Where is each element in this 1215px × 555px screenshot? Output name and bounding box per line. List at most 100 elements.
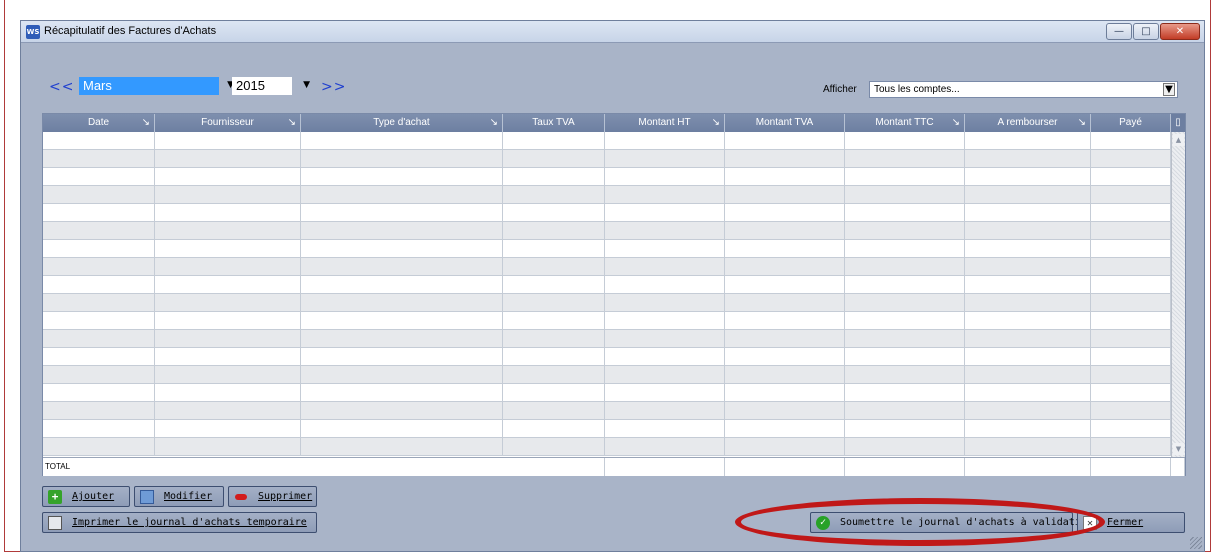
table-cell[interactable]: [43, 240, 155, 257]
table-cell[interactable]: [965, 258, 1091, 275]
table-row[interactable]: [43, 204, 1171, 222]
table-cell[interactable]: [43, 294, 155, 311]
table-cell[interactable]: [43, 420, 155, 437]
table-cell[interactable]: [503, 132, 605, 149]
scroll-up-icon[interactable]: ▲: [1173, 134, 1184, 146]
table-cell[interactable]: [301, 186, 503, 203]
table-cell[interactable]: [605, 168, 725, 185]
sort-icon[interactable]: ↘: [288, 114, 296, 132]
table-cell[interactable]: [155, 258, 301, 275]
table-cell[interactable]: [503, 150, 605, 167]
table-cell[interactable]: [155, 168, 301, 185]
column-chooser-icon[interactable]: ▯: [1171, 114, 1185, 132]
add-button[interactable]: + Ajouter: [42, 486, 130, 507]
table-cell[interactable]: [43, 402, 155, 419]
sort-icon[interactable]: ↘: [712, 114, 720, 132]
table-cell[interactable]: [155, 294, 301, 311]
table-cell[interactable]: [605, 204, 725, 221]
table-cell[interactable]: [605, 186, 725, 203]
minimize-button[interactable]: —: [1106, 23, 1132, 40]
account-filter-select[interactable]: Tous les comptes... ▼: [869, 81, 1178, 98]
table-cell[interactable]: [725, 204, 845, 221]
table-cell[interactable]: [301, 258, 503, 275]
table-cell[interactable]: [1091, 258, 1171, 275]
table-row[interactable]: [43, 150, 1171, 168]
table-cell[interactable]: [965, 366, 1091, 383]
table-cell[interactable]: [605, 150, 725, 167]
table-cell[interactable]: [965, 186, 1091, 203]
table-cell[interactable]: [1091, 222, 1171, 239]
table-cell[interactable]: [845, 276, 965, 293]
sort-icon[interactable]: ↘: [952, 114, 960, 132]
table-cell[interactable]: [965, 312, 1091, 329]
table-cell[interactable]: [301, 366, 503, 383]
table-cell[interactable]: [845, 186, 965, 203]
table-cell[interactable]: [503, 420, 605, 437]
table-cell[interactable]: [605, 384, 725, 401]
column-header[interactable]: Date ↘: [43, 114, 155, 132]
table-cell[interactable]: [503, 312, 605, 329]
table-cell[interactable]: [503, 258, 605, 275]
table-cell[interactable]: [725, 366, 845, 383]
table-cell[interactable]: [1091, 240, 1171, 257]
table-cell[interactable]: [725, 402, 845, 419]
table-cell[interactable]: [301, 402, 503, 419]
vertical-scrollbar[interactable]: ▲ ▼: [1171, 132, 1185, 457]
chevron-down-icon[interactable]: ▼: [1163, 83, 1175, 96]
table-cell[interactable]: [605, 438, 725, 455]
table-row[interactable]: [43, 276, 1171, 294]
table-row[interactable]: [43, 294, 1171, 312]
table-row[interactable]: [43, 330, 1171, 348]
table-cell[interactable]: [965, 204, 1091, 221]
month-select[interactable]: Mars ▼: [79, 77, 234, 95]
table-cell[interactable]: [845, 222, 965, 239]
column-header[interactable]: Taux TVA: [503, 114, 605, 132]
year-select[interactable]: 2015 ▼: [232, 77, 310, 95]
table-cell[interactable]: [725, 312, 845, 329]
table-cell[interactable]: [845, 240, 965, 257]
table-cell[interactable]: [725, 348, 845, 365]
table-cell[interactable]: [503, 438, 605, 455]
table-cell[interactable]: [605, 240, 725, 257]
scroll-down-icon[interactable]: ▼: [1173, 443, 1184, 455]
table-cell[interactable]: [503, 222, 605, 239]
table-row[interactable]: [43, 312, 1171, 330]
resize-grip[interactable]: [1190, 537, 1202, 549]
table-cell[interactable]: [155, 420, 301, 437]
table-cell[interactable]: [43, 438, 155, 455]
column-header[interactable]: Montant HT ↘: [605, 114, 725, 132]
table-cell[interactable]: [1091, 204, 1171, 221]
table-cell[interactable]: [503, 402, 605, 419]
table-cell[interactable]: [503, 240, 605, 257]
table-cell[interactable]: [43, 132, 155, 149]
table-cell[interactable]: [605, 222, 725, 239]
table-cell[interactable]: [1091, 384, 1171, 401]
table-cell[interactable]: [845, 348, 965, 365]
table-cell[interactable]: [965, 150, 1091, 167]
table-cell[interactable]: [725, 186, 845, 203]
table-cell[interactable]: [725, 276, 845, 293]
table-cell[interactable]: [965, 276, 1091, 293]
submit-journal-button[interactable]: ✓ Soumettre le journal d'achats à valida…: [810, 512, 1093, 533]
table-cell[interactable]: [503, 204, 605, 221]
table-cell[interactable]: [605, 348, 725, 365]
table-cell[interactable]: [1091, 402, 1171, 419]
table-cell[interactable]: [725, 438, 845, 455]
table-cell[interactable]: [965, 168, 1091, 185]
table-cell[interactable]: [845, 258, 965, 275]
table-cell[interactable]: [845, 294, 965, 311]
table-cell[interactable]: [965, 240, 1091, 257]
table-cell[interactable]: [845, 150, 965, 167]
table-cell[interactable]: [965, 438, 1091, 455]
table-cell[interactable]: [845, 168, 965, 185]
table-cell[interactable]: [43, 384, 155, 401]
previous-month-button[interactable]: <<: [49, 79, 74, 95]
table-cell[interactable]: [965, 132, 1091, 149]
table-cell[interactable]: [301, 204, 503, 221]
table-cell[interactable]: [43, 312, 155, 329]
table-cell[interactable]: [965, 384, 1091, 401]
table-cell[interactable]: [1091, 348, 1171, 365]
table-cell[interactable]: [965, 420, 1091, 437]
table-cell[interactable]: [503, 330, 605, 347]
table-cell[interactable]: [965, 222, 1091, 239]
